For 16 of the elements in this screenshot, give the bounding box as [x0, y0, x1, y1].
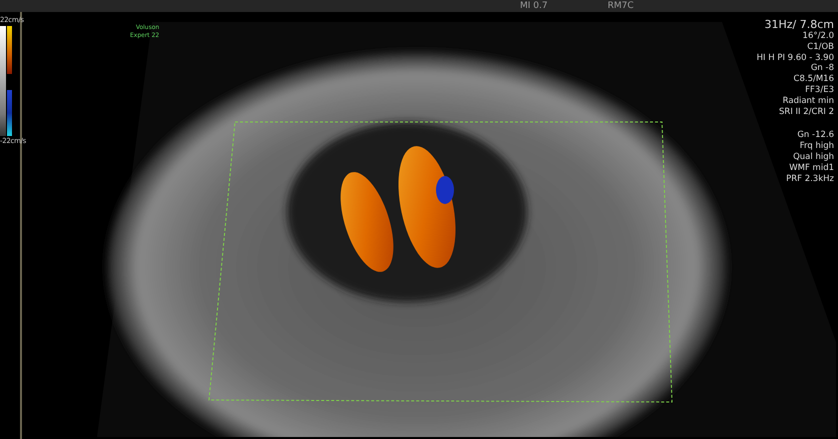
- imaging-parameter: 31Hz/ 7.8cm: [764, 18, 834, 31]
- imaging-parameter: Radiant min: [782, 96, 834, 107]
- imaging-parameter: Gn -8: [810, 63, 834, 74]
- imaging-parameter: HI H PI 9.60 - 3.90: [756, 52, 834, 64]
- probe-label: RM7C: [608, 0, 634, 12]
- imaging-parameter: C8.5/M16: [794, 74, 834, 85]
- imaging-parameter: C1/OB: [807, 42, 834, 53]
- color-doppler-parameter: Qual high: [793, 152, 834, 163]
- imaging-parameter: FF3/E3: [805, 84, 834, 96]
- imaging-parameter: 16°/2.0: [802, 31, 834, 42]
- color-doppler-parameter: Gn -12.6: [797, 130, 834, 142]
- color-doppler-parameter: WMF mid1: [789, 162, 834, 174]
- color-doppler-parameter: PRF 2.3kHz: [786, 174, 834, 184]
- imaging-parameter: SRI II 2/CRI 2: [779, 106, 834, 118]
- color-doppler-parameter: Frq high: [800, 141, 834, 152]
- mechanical-index-label: MI 0.7: [520, 0, 548, 12]
